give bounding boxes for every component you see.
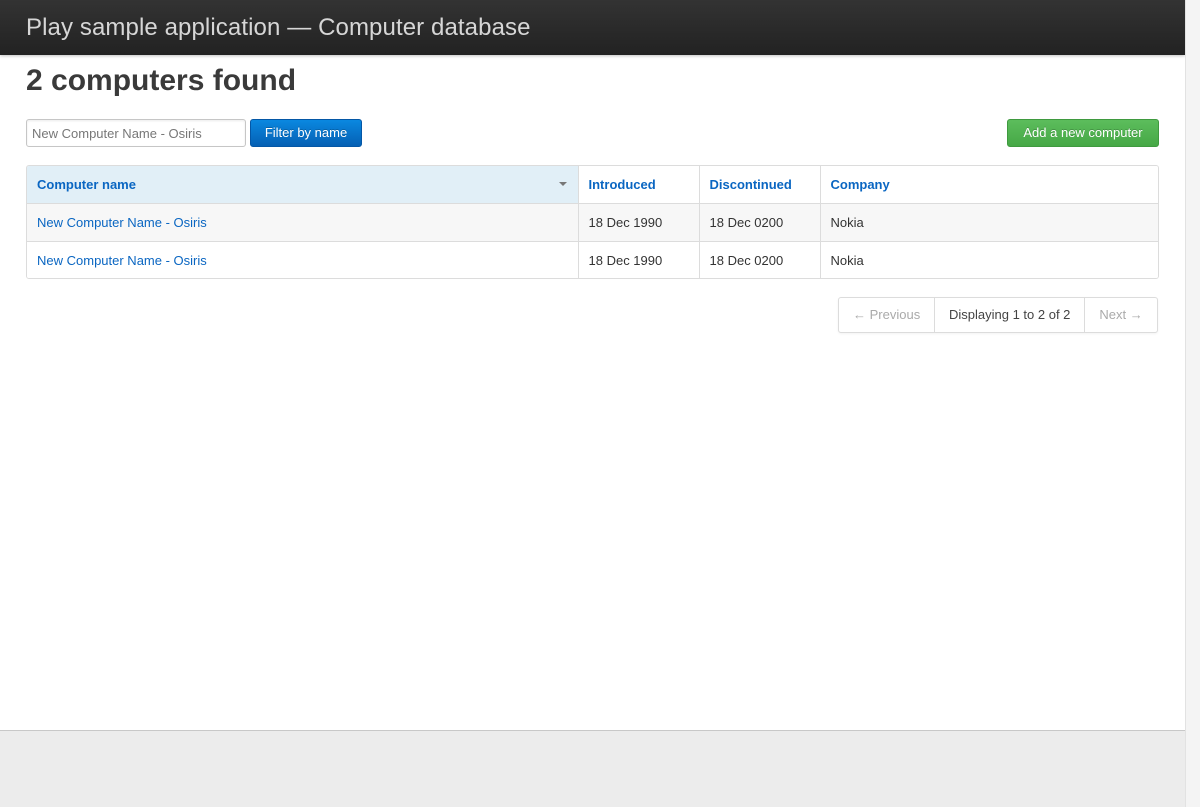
caret-down-icon <box>558 182 567 186</box>
pagination-status: Displaying 1 to 2 of 2 <box>934 298 1084 332</box>
vertical-scrollbar[interactable] <box>1185 0 1200 807</box>
next-page-button[interactable]: Next → <box>1084 298 1157 332</box>
table-row: New Computer Name - Osiris 18 Dec 1990 1… <box>27 203 1158 242</box>
computer-name-link[interactable]: New Computer Name - Osiris <box>37 215 207 230</box>
column-header-label: Discontinued <box>709 177 792 192</box>
computers-table: Computer name Introduced Discontinued Co… <box>26 165 1159 279</box>
page-title: 2 computers found <box>26 64 297 97</box>
column-header-label: Computer name <box>37 177 136 192</box>
cell-company: Nokia <box>819 241 1158 278</box>
computer-name-link[interactable]: New Computer Name - Osiris <box>37 253 207 268</box>
add-computer-button[interactable]: Add a new computer <box>1007 119 1159 147</box>
column-header-discontinued[interactable]: Discontinued <box>698 166 820 204</box>
cell-computer-name: New Computer Name - Osiris <box>27 203 578 242</box>
table-row: New Computer Name - Osiris 18 Dec 1990 1… <box>27 241 1158 278</box>
search-input[interactable] <box>26 119 246 147</box>
cell-introduced: 18 Dec 1990 <box>577 203 699 242</box>
app-title[interactable]: Play sample application — Computer datab… <box>26 14 531 42</box>
cell-computer-name: New Computer Name - Osiris <box>27 241 578 278</box>
browser-viewport: Play sample application — Computer datab… <box>0 0 1185 731</box>
cell-introduced: 18 Dec 1990 <box>577 241 699 278</box>
column-header-company[interactable]: Company <box>819 166 1158 204</box>
topbar: Play sample application — Computer datab… <box>0 0 1185 55</box>
table-header-row: Computer name Introduced Discontinued Co… <box>27 166 1158 204</box>
filter-by-name-button[interactable]: Filter by name <box>250 119 362 147</box>
column-header-computer-name[interactable]: Computer name <box>27 166 578 204</box>
cell-company: Nokia <box>819 203 1158 242</box>
column-header-introduced[interactable]: Introduced <box>577 166 699 204</box>
column-header-label: Company <box>830 177 890 192</box>
previous-page-button[interactable]: ← Previous <box>839 298 934 332</box>
cell-discontinued: 18 Dec 0200 <box>698 241 820 278</box>
cell-discontinued: 18 Dec 0200 <box>698 203 820 242</box>
pagination: ← Previous Displaying 1 to 2 of 2 Next → <box>838 297 1159 333</box>
column-header-label: Introduced <box>588 177 656 192</box>
